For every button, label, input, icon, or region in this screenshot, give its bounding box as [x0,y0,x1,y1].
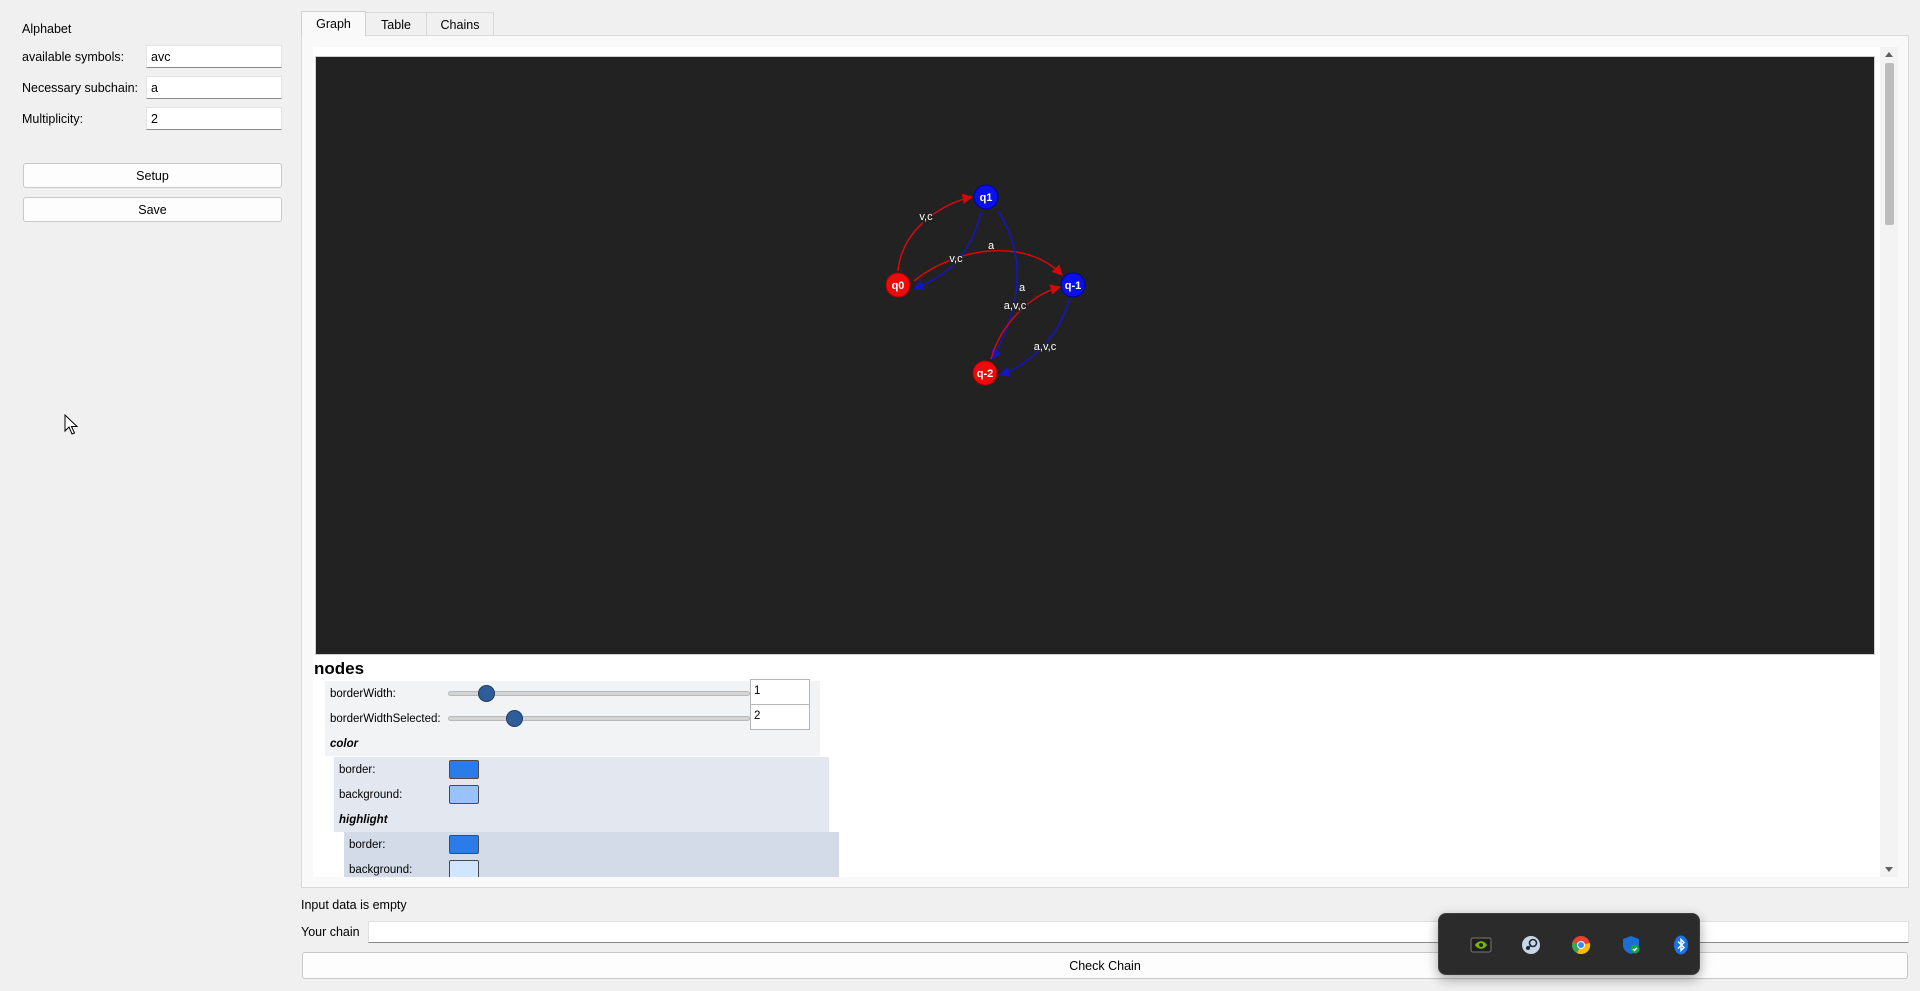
bluetooth-icon[interactable] [1669,933,1693,957]
graph-node-label: q-1 [1065,280,1082,292]
setup-button[interactable]: Setup [23,163,282,188]
tab-table[interactable]: Table [365,12,427,36]
system-tray-popup [1438,913,1700,975]
color-border-row: border: [334,757,829,782]
highlight-group-header: highlight [334,807,829,832]
status-message: Input data is empty [301,898,407,912]
color-group-header: color [325,731,820,756]
alphabet-heading: Alphabet [22,22,72,36]
tab-chains[interactable]: Chains [426,12,494,36]
scroll-down-arrow-icon[interactable] [1885,867,1893,872]
highlight-background-label: background: [349,863,413,876]
border-width-label: borderWidth: [330,687,396,700]
necessary-subchain-input[interactable] [146,76,282,99]
graph-webview[interactable]: v,c v,c a a a,v,c a,v,c q1 q0 q-1 q-2 nodes bord… [313,47,1898,877]
graph-edge-label: a,v,c [1004,300,1027,312]
border-width-value[interactable]: 1 [750,679,810,705]
graph-edge-label: a [1019,282,1026,294]
config-section-title: nodes [314,659,365,678]
network-graph[interactable]: v,c v,c a a a,v,c a,v,c q1 q0 q-1 q-2 [316,57,1876,656]
highlight-border-swatch[interactable] [449,835,479,854]
available-symbols-input[interactable] [146,45,282,68]
color-group-label: color [330,737,359,750]
graph-edge-label: v,c [949,253,963,265]
mouse-cursor-icon [64,414,78,435]
webview-scrollbar[interactable] [1880,47,1898,877]
graph-edge-label: a [988,240,995,252]
highlight-background-row: background: [344,857,839,877]
chain-label: Your chain [301,925,360,939]
color-background-swatch[interactable] [449,785,479,804]
border-width-selected-label: borderWidthSelected: [330,712,441,725]
save-button[interactable]: Save [23,197,282,222]
graph-node-label: q1 [980,192,993,204]
scroll-thumb[interactable] [1885,63,1894,225]
chrome-icon[interactable] [1569,933,1593,957]
graph-edge-label: v,c [919,211,933,223]
graph-node-label: q0 [892,280,905,292]
multiplicity-input[interactable] [146,107,282,130]
multiplicity-label: Multiplicity: [22,112,84,126]
graph-edge-q1-to-q-2[interactable] [991,210,1018,360]
color-background-row: background: [334,782,829,807]
steam-icon[interactable] [1519,933,1543,957]
available-symbols-label: available symbols: [22,50,125,64]
highlight-background-swatch[interactable] [449,860,479,877]
border-width-selected-slider[interactable] [448,716,750,721]
tab-graph[interactable]: Graph [301,11,366,36]
defender-icon[interactable] [1619,933,1643,957]
color-border-label: border: [339,763,376,776]
color-background-label: background: [339,788,403,801]
nvidia-icon[interactable] [1469,933,1493,957]
highlight-border-row: border: [344,832,839,857]
color-border-swatch[interactable] [449,760,479,779]
graph-canvas[interactable]: v,c v,c a a a,v,c a,v,c q1 q0 q-1 q-2 [315,56,1875,655]
border-width-selected-value[interactable]: 2 [750,704,810,730]
graph-edge-q0-to-q-1[interactable] [913,249,1063,282]
graph-edge-label: a,v,c [1034,341,1057,353]
border-width-slider-knob[interactable] [477,685,495,702]
scroll-up-arrow-icon[interactable] [1885,52,1893,57]
highlight-group-label: highlight [339,813,388,826]
highlight-border-label: border: [349,838,386,851]
necessary-subchain-label: Necessary subchain: [22,81,139,95]
graph-node-label: q-2 [977,368,994,380]
graph-edge-q1-to-q0[interactable] [913,211,982,291]
